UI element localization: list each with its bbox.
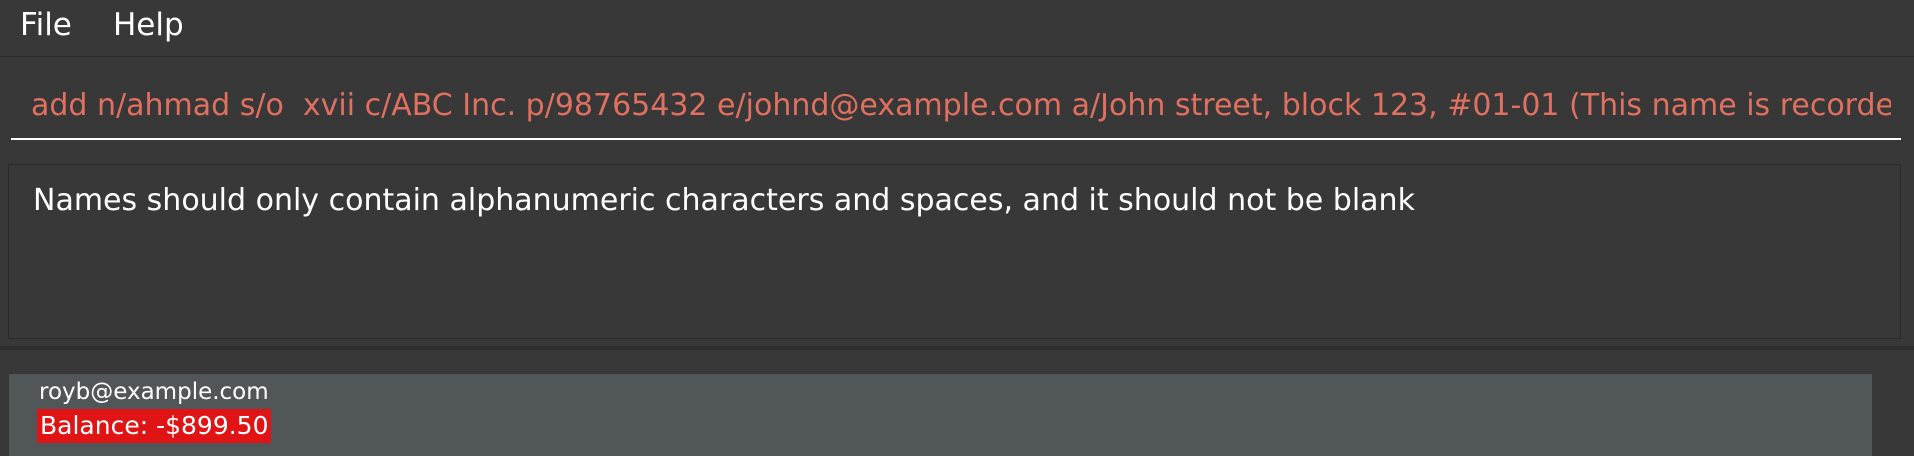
result-message: Names should only contain alphanumeric c… [33, 183, 1415, 218]
result-display-placeholder: Names should only contain alphanumeric c… [0, 157, 1914, 350]
menu-help[interactable]: Help [113, 7, 184, 43]
command-box[interactable] [11, 76, 1901, 140]
menu-bar: File Help [0, 0, 1914, 57]
person-email: royb@example.com [39, 379, 269, 405]
balance-tag: Balance: -$899.50 [37, 409, 272, 443]
command-box-placeholder [0, 58, 1914, 156]
menu-file[interactable]: File [20, 7, 72, 43]
result-display: Names should only contain alphanumeric c… [8, 164, 1901, 339]
person-list-panel: royb@example.com Balance: -$899.50 [0, 351, 1914, 456]
person-card[interactable]: royb@example.com Balance: -$899.50 [9, 374, 1872, 456]
command-input[interactable] [31, 76, 1891, 136]
